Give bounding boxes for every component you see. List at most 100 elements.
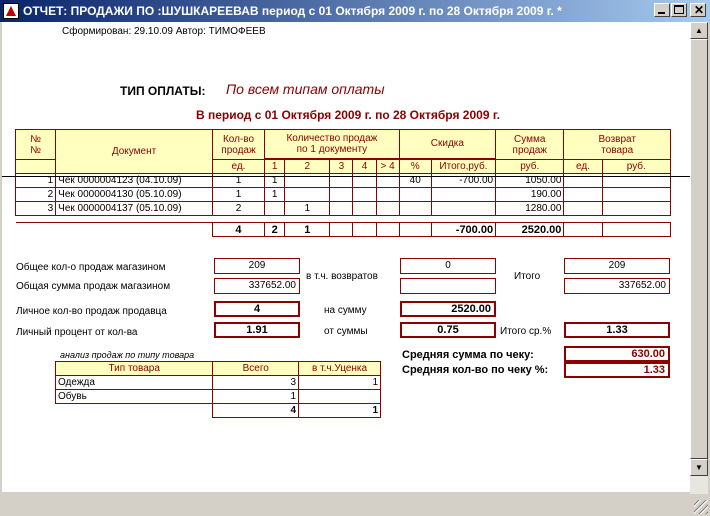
row-disc-total <box>430 187 497 202</box>
row-p5 <box>375 187 400 202</box>
pct-count-value: 1.91 <box>214 322 300 338</box>
row-num: 3 <box>14 201 57 216</box>
subheader-p4: 4 <box>352 159 377 174</box>
type-row-total: 1 <box>212 389 300 404</box>
type-header-total: Всего <box>212 361 300 376</box>
row-divider-line <box>2 176 690 177</box>
row-sum: 190.00 <box>495 187 565 202</box>
itogo-count: 209 <box>564 258 670 274</box>
table-row: 3 Чек 0000004137 (05.10.09) 2 1 1280.00 <box>14 201 672 216</box>
header-sum: Сумма продаж <box>495 129 565 160</box>
total-sum: 2520.00 <box>495 222 565 237</box>
header-sales-per-doc: Количество продаж по 1 документу <box>264 129 400 159</box>
maximize-icon <box>674 5 684 14</box>
type-header-markdown: в т.ч.Уценка <box>298 361 381 376</box>
row-p4 <box>352 201 377 216</box>
avg-check-value: 630.00 <box>564 346 670 362</box>
returns-sum-value <box>400 278 496 294</box>
close-button[interactable]: ✕ <box>690 3 706 17</box>
avg-qty-value: 1.33 <box>564 362 670 378</box>
total-p2: 1 <box>284 222 331 237</box>
row-sum: 1280.00 <box>495 201 565 216</box>
total-p5 <box>375 222 400 237</box>
row-p2: 1 <box>284 201 331 216</box>
returns-value: 0 <box>400 258 496 274</box>
subheader-p1: 1 <box>264 159 286 174</box>
subheader-ret-unit: ед. <box>563 159 603 174</box>
avg-pct-label: Итого ср.% <box>500 326 552 337</box>
total-sales-label: Общее кол-о продаж магазином <box>16 262 166 273</box>
report-window: ОТЧЕТ: ПРОДАЖИ ПО :ШУШКАРЕЕВАВ период с … <box>0 0 710 516</box>
subheader-disc-total: Итого,руб. <box>430 159 497 174</box>
type-row: Обувь 1 <box>54 389 381 404</box>
total-qty: 4 <box>211 222 266 237</box>
scroll-down-button[interactable]: ▼ <box>690 459 708 476</box>
header-document: Документ <box>55 129 213 174</box>
row-disc-pct <box>398 201 432 216</box>
on-sum-label: на сумму <box>324 305 367 316</box>
subheader-ret-rub: руб. <box>601 159 672 174</box>
header-qty: Кол-во продаж <box>211 129 266 160</box>
total-sum-label: Общая сумма продаж магазином <box>16 281 171 292</box>
row-p3 <box>329 187 354 202</box>
minimize-button[interactable] <box>654 3 670 17</box>
vertical-scrollbar[interactable]: ▲ ▼ <box>690 22 708 494</box>
subheader-p2: 2 <box>284 159 331 174</box>
scroll-up-button[interactable]: ▲ <box>690 22 708 39</box>
total-sum-value: 337652.00 <box>214 278 300 294</box>
report-content: Сформирован: 29.10.09 Автор: ТИМОФЕЕВ ТИ… <box>2 22 690 492</box>
row-ret-rub <box>601 201 672 216</box>
type-row-markdown: 1 <box>298 375 381 390</box>
row-p3 <box>329 201 354 216</box>
type-table: Тип товара Всего в т.ч.Уценка Одежда 3 1… <box>54 361 381 418</box>
row-disc-pct <box>398 187 432 202</box>
close-icon: ✕ <box>694 3 705 17</box>
header-discount: Скидка <box>398 129 497 159</box>
subheader-disc-pct: % <box>398 159 432 174</box>
seller-sales-value: 4 <box>214 301 300 317</box>
subheader-p3: 3 <box>329 159 354 174</box>
total-p4 <box>352 222 377 237</box>
avg-pct-value: 1.33 <box>564 322 670 338</box>
row-p1 <box>264 201 286 216</box>
subheader-sum-unit: руб. <box>495 159 565 174</box>
type-table-caption: анализ продаж по типу товара <box>60 350 195 360</box>
subheader-num <box>14 159 57 174</box>
total-ret-rub <box>601 222 672 237</box>
table-row: 2 Чек 0000004130 (05.10.09) 1 1 190.00 <box>14 187 672 202</box>
seller-sales-label: Личное кол-во продаж продавца <box>16 306 167 317</box>
row-num: 2 <box>14 187 57 202</box>
pct-sum-label: от суммы <box>324 326 368 337</box>
type-row-markdown <box>298 389 381 404</box>
resize-grip-icon[interactable] <box>694 500 708 514</box>
itogo-label: Итого <box>514 271 541 282</box>
report-meta: Сформирован: 29.10.09 Автор: ТИМОФЕЕВ <box>62 26 266 37</box>
type-total-markdown: 1 <box>298 403 381 418</box>
row-qty: 2 <box>211 201 266 216</box>
total-pct <box>398 222 432 237</box>
avg-check-label: Средняя сумма по чеку: <box>402 349 534 361</box>
pct-sum-value: 0.75 <box>400 322 496 338</box>
type-row: Одежда 3 1 <box>54 375 381 390</box>
sales-table: № № Документ Кол-во продаж Количество пр… <box>14 129 672 237</box>
report-period: В период с 01 Октября 2009 г. по 28 Октя… <box>196 108 500 122</box>
total-sales-value: 209 <box>214 258 300 274</box>
scroll-thumb[interactable] <box>690 39 708 459</box>
header-returns: Возврат товара <box>563 129 671 160</box>
title-bar[interactable]: ОТЧЕТ: ПРОДАЖИ ПО :ШУШКАРЕЕВАВ период с … <box>0 0 710 22</box>
row-qty: 1 <box>211 187 266 202</box>
maximize-button[interactable] <box>671 3 687 17</box>
total-p3 <box>329 222 354 237</box>
pct-count-label: Личный процент от кол-ва <box>16 327 138 338</box>
spacer-row <box>15 215 671 223</box>
type-header-type: Тип товара <box>54 361 214 376</box>
window-title: ОТЧЕТ: ПРОДАЖИ ПО :ШУШКАРЕЕВАВ период с … <box>23 4 562 18</box>
row-document: Чек 0000004130 (05.10.09) <box>55 187 213 202</box>
subheader-p5: > 4 <box>375 159 400 174</box>
returns-label: в т.ч. возвратов <box>306 271 378 282</box>
total-ret-unit <box>563 222 603 237</box>
itogo-sum: 337652.00 <box>564 278 670 294</box>
row-p5 <box>375 201 400 216</box>
minimize-icon <box>658 12 665 14</box>
totals-row: 4 2 1 -700.00 2520.00 <box>16 222 672 237</box>
